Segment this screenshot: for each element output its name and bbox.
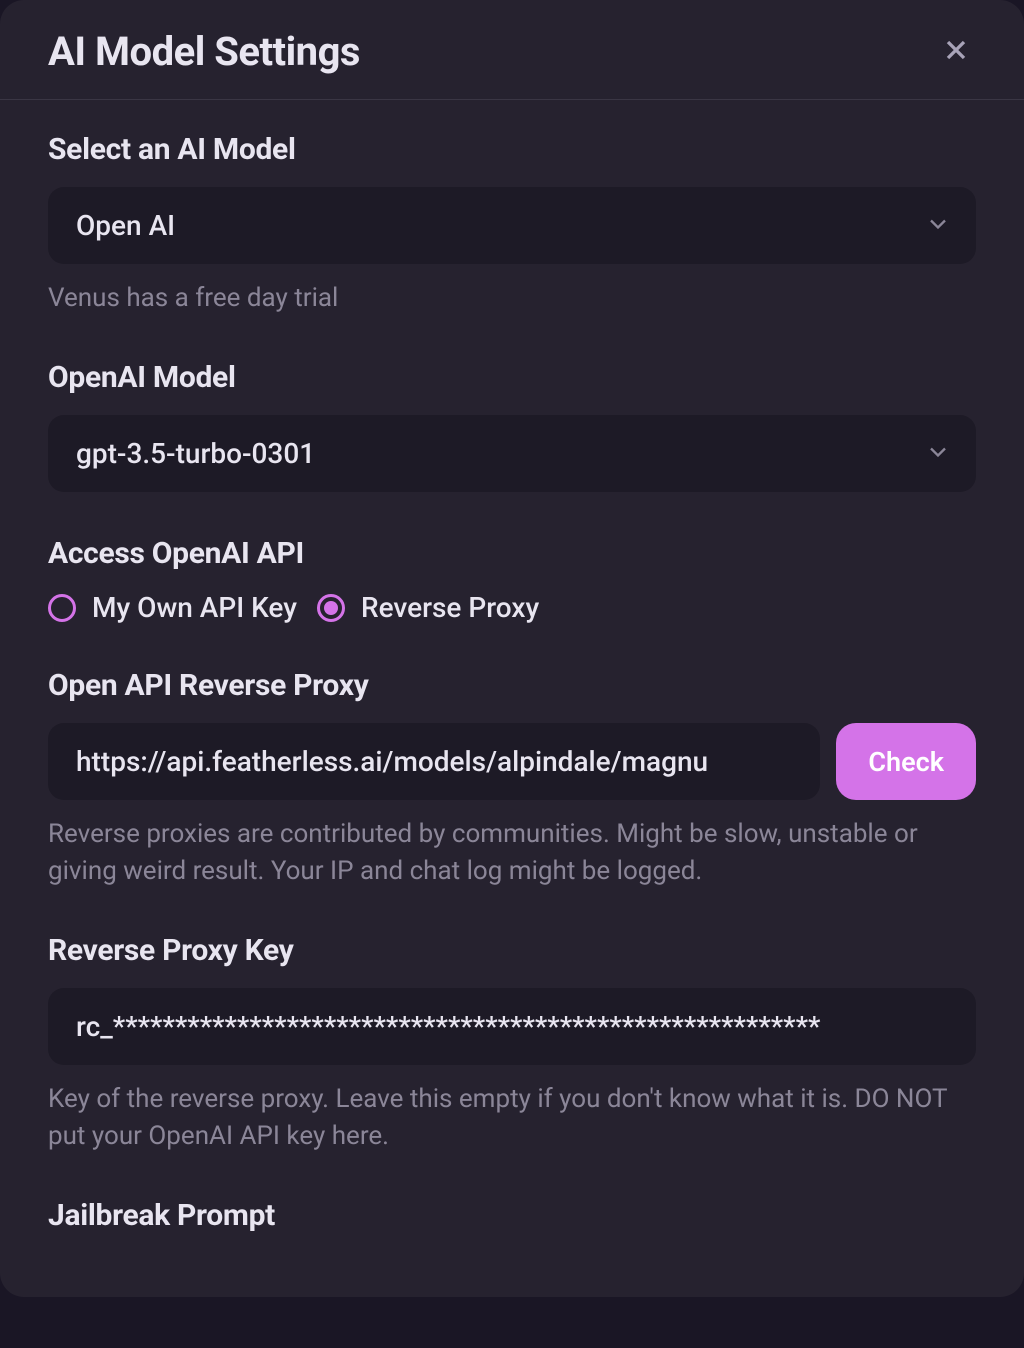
close-button[interactable] <box>936 32 976 72</box>
select-model-label: Select an AI Model <box>48 132 976 167</box>
close-icon <box>940 34 972 69</box>
modal-body: Select an AI Model Open AI Venus has a f… <box>0 100 1024 1297</box>
jailbreak-section: Jailbreak Prompt <box>48 1198 976 1233</box>
settings-modal: AI Model Settings Select an AI Model Ope… <box>0 0 1024 1297</box>
reverse-proxy-key-help: Key of the reverse proxy. Leave this emp… <box>48 1081 976 1154</box>
radio-icon <box>48 594 76 622</box>
select-model-wrapper: Open AI <box>48 187 976 264</box>
openai-model-wrapper: gpt-3.5-turbo-0301 <box>48 415 976 492</box>
select-model-help: Venus has a free day trial <box>48 280 976 316</box>
reverse-proxy-key-section: Reverse Proxy Key Key of the reverse pro… <box>48 933 976 1154</box>
radio-own-key[interactable]: My Own API Key <box>48 591 297 624</box>
reverse-proxy-row: Check <box>48 723 976 800</box>
check-button[interactable]: Check <box>836 723 976 800</box>
reverse-proxy-section: Open API Reverse Proxy Check Reverse pro… <box>48 668 976 889</box>
radio-icon <box>317 594 345 622</box>
jailbreak-label: Jailbreak Prompt <box>48 1198 976 1233</box>
reverse-proxy-key-input[interactable] <box>48 988 976 1065</box>
radio-reverse-proxy-label: Reverse Proxy <box>361 591 539 624</box>
reverse-proxy-input[interactable] <box>48 723 820 800</box>
select-model-dropdown[interactable]: Open AI <box>48 187 976 264</box>
radio-reverse-proxy[interactable]: Reverse Proxy <box>317 591 539 624</box>
reverse-proxy-help: Reverse proxies are contributed by commu… <box>48 816 976 889</box>
modal-title: AI Model Settings <box>48 28 360 75</box>
radio-own-key-label: My Own API Key <box>92 591 297 624</box>
access-api-label: Access OpenAI API <box>48 536 976 571</box>
modal-header: AI Model Settings <box>0 0 1024 100</box>
reverse-proxy-key-label: Reverse Proxy Key <box>48 933 976 968</box>
access-api-radio-group: My Own API Key Reverse Proxy <box>48 591 976 624</box>
openai-model-section: OpenAI Model gpt-3.5-turbo-0301 <box>48 360 976 492</box>
access-api-section: Access OpenAI API My Own API Key Reverse… <box>48 536 976 624</box>
select-model-section: Select an AI Model Open AI Venus has a f… <box>48 132 976 316</box>
openai-model-label: OpenAI Model <box>48 360 976 395</box>
openai-model-dropdown[interactable]: gpt-3.5-turbo-0301 <box>48 415 976 492</box>
reverse-proxy-label: Open API Reverse Proxy <box>48 668 976 703</box>
